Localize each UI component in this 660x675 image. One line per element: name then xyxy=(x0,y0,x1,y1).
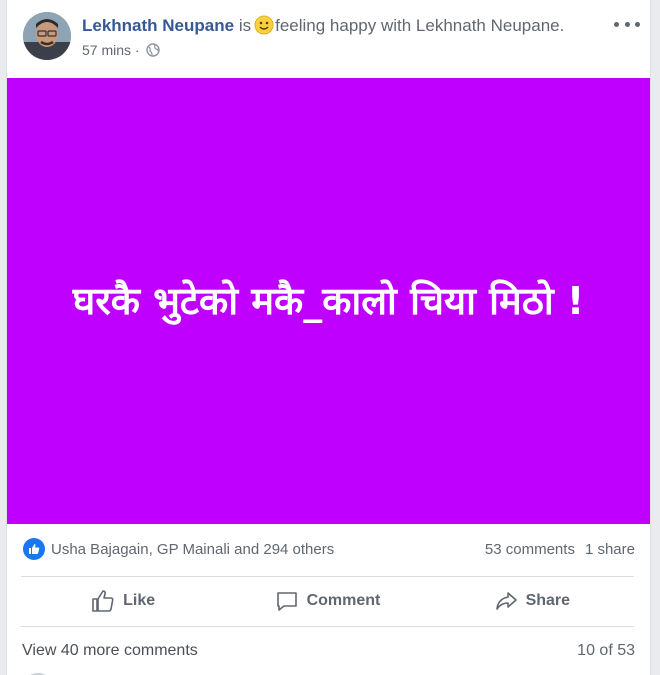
comment-peek xyxy=(22,670,635,675)
share-button[interactable]: Share xyxy=(430,577,634,624)
globe-icon[interactable] xyxy=(146,43,161,57)
like-button[interactable]: Like xyxy=(21,577,225,624)
comments-count[interactable]: 53 comments xyxy=(485,541,575,558)
like-label: Like xyxy=(123,591,156,609)
comments-page-count: 10 of 53 xyxy=(577,642,635,659)
share-icon xyxy=(495,591,517,610)
comment-label: Comment xyxy=(306,591,381,609)
reaction-names[interactable]: Usha Bajagain, GP Mainali and 294 others xyxy=(51,541,334,558)
post-meta: 57 mins · xyxy=(82,41,161,59)
like-badge-icon xyxy=(23,538,45,560)
divider-bottom xyxy=(21,626,634,627)
engagement-counts: 53 comments 1 share xyxy=(485,538,635,560)
thumbs-up-icon xyxy=(92,589,114,612)
is-word: is xyxy=(238,16,252,35)
status-text: घरकै भुटेको मकै_कालो चिया मिठो ! xyxy=(72,279,585,323)
shares-count[interactable]: 1 share xyxy=(585,541,635,558)
view-more-comments-link[interactable]: View 40 more comments xyxy=(22,642,198,660)
author-avatar[interactable] xyxy=(23,12,71,60)
post-card: Lekhnath Neupane is feeling happy with Le… xyxy=(6,0,651,675)
more-options-icon[interactable] xyxy=(614,14,640,34)
author-name[interactable]: Lekhnath Neupane xyxy=(82,16,234,35)
reactions-summary[interactable]: Usha Bajagain, GP Mainali and 294 others xyxy=(23,538,334,560)
share-label: Share xyxy=(525,591,571,609)
smile-icon xyxy=(254,15,274,35)
action-bar: Like Comment Share xyxy=(21,577,634,624)
post-time[interactable]: 57 mins xyxy=(82,42,131,58)
post-header: Lekhnath Neupane is feeling happy with Le… xyxy=(82,15,564,37)
status-background: घरकै भुटेको मकै_कालो चिया मिठो ! xyxy=(7,78,650,524)
comment-icon xyxy=(276,591,297,611)
feeling-text: feeling happy with Lekhnath Neupane. xyxy=(275,16,565,35)
comment-button[interactable]: Comment xyxy=(225,577,429,624)
